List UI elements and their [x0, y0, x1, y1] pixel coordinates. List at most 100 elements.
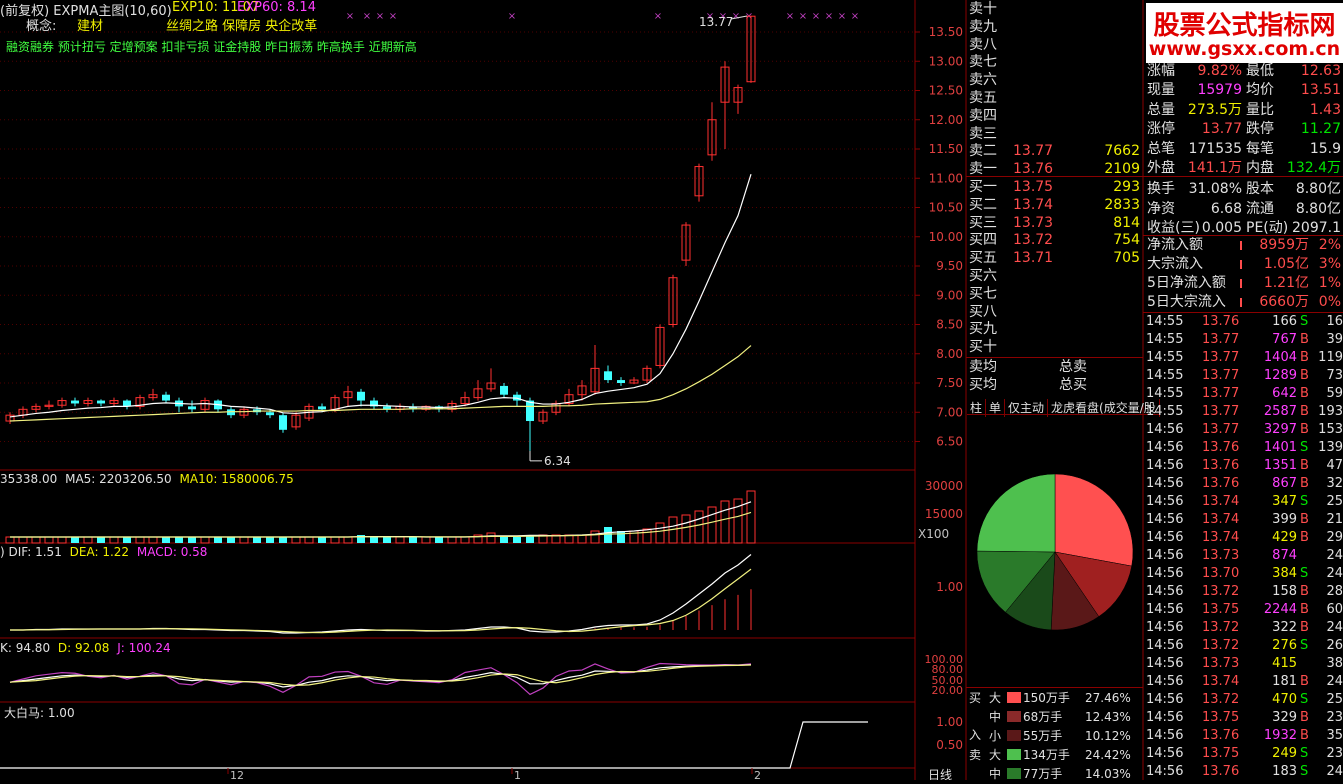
tick-row: 14:56 13.76 867 B 32 [1145, 475, 1343, 493]
price-axis-label: 9.00 [936, 288, 963, 302]
ob-label: 卖四 [969, 107, 997, 124]
ob-label: 卖二 [969, 143, 997, 160]
event-marker: × [376, 11, 384, 22]
book-divider [966, 176, 1143, 177]
ob-label: 买三 [969, 214, 997, 231]
buy-level[interactable]: 买二 13.74 2833 [969, 196, 1142, 214]
flow-label: 大宗流入 [1147, 256, 1203, 272]
tick-time: 14:55 [1146, 404, 1184, 419]
candle-body-down [123, 400, 131, 407]
volume-bar-down [97, 537, 105, 543]
tick-volume: 470 [1272, 692, 1297, 707]
tick-count: 24 [1326, 620, 1343, 635]
tick-volume: 1401 [1263, 440, 1297, 455]
tick-volume: 1351 [1263, 458, 1297, 473]
event-marker: × [825, 11, 833, 22]
tick-count: 29 [1326, 530, 1343, 545]
tick-volume: 867 [1272, 476, 1297, 491]
volume-bar-up [44, 536, 54, 544]
candle-body-down [357, 391, 365, 401]
sell-level[interactable]: 卖七 [969, 53, 1142, 71]
tick-side: B [1300, 710, 1309, 725]
buy-level[interactable]: 买七 [969, 285, 1142, 303]
tick-time: 14:56 [1146, 656, 1184, 671]
event-marker: × [508, 11, 516, 22]
quote-value: 9.82% [1197, 63, 1242, 79]
sell-level[interactable]: 卖三 [969, 125, 1142, 143]
tick-row: 14:56 13.72 276 S 26 [1145, 637, 1343, 655]
tick-time: 14:56 [1146, 566, 1184, 581]
tick-price: 13.77 [1202, 332, 1240, 347]
quote-value: 13.51 [1300, 82, 1341, 99]
ob-label: 买十 [969, 339, 997, 356]
sell-level[interactable]: 卖二 13.77 7662 [969, 142, 1142, 160]
flow-value: 1.21亿 [1263, 275, 1309, 291]
tick-count: 16 [1326, 314, 1343, 329]
sell-level[interactable]: 卖五 [969, 89, 1142, 107]
volume-bar-down [71, 537, 79, 543]
tick-count: 32 [1326, 476, 1343, 491]
quote-value: 6.68 [1210, 200, 1242, 217]
concept-value[interactable]: 建材 [77, 15, 103, 34]
tick-price: 13.76 [1202, 440, 1240, 455]
sell-level[interactable]: 卖六 [969, 71, 1142, 89]
buy-level[interactable]: 买三 13.73 814 [969, 214, 1142, 232]
tick-row: 14:55 13.76 166 S 16 [1145, 313, 1343, 331]
sell-level[interactable]: 卖四 [969, 107, 1142, 125]
tick-count: 23 [1326, 746, 1343, 761]
quote-value: 11.27 [1300, 121, 1341, 138]
vol-axis-unit: X100 [918, 527, 949, 541]
tick-time: 14:56 [1146, 674, 1184, 689]
tick-price: 13.75 [1202, 710, 1240, 725]
quote-value: 12.63 [1300, 63, 1341, 79]
pie-tab[interactable]: 仅主动 [1005, 399, 1049, 417]
price-axis-label: 10.50 [929, 201, 963, 215]
flow-label: 净流入额 [1147, 237, 1203, 253]
pie-slice [1054, 473, 1134, 567]
sell-level[interactable]: 卖九 [969, 18, 1142, 36]
tick-count: 35 [1326, 728, 1343, 743]
tick-volume: 2587 [1263, 404, 1297, 419]
buy-level[interactable]: 买五 13.71 705 [969, 249, 1142, 267]
sell-level[interactable]: 卖十 [969, 0, 1142, 18]
time-axis-label: 12 [230, 769, 244, 780]
flow-row: 中 68万手 12.43% [969, 708, 1141, 727]
quote-divider [1143, 176, 1343, 177]
volume-bar-up [109, 536, 119, 544]
quote-label: 量比 [1246, 101, 1274, 118]
concept-tags[interactable]: 丝绸之路 保障房 央企改革 [166, 15, 317, 34]
buy-level[interactable]: 买九 [969, 320, 1142, 338]
buy-level[interactable]: 买八 [969, 303, 1142, 321]
flow-amount: 55万手 [1023, 729, 1063, 743]
ob-price: 13.73 [1013, 214, 1054, 231]
quote-value: 8.80亿 [1295, 181, 1341, 198]
tick-side: B [1300, 728, 1309, 743]
vol-ma5: MA5: 2203206.50 [65, 472, 172, 486]
buy-level[interactable]: 买一 13.75 293 [969, 178, 1142, 196]
tick-row: 14:56 13.74 429 B 29 [1145, 529, 1343, 547]
tick-price: 13.74 [1202, 530, 1240, 545]
tick-time: 14:55 [1146, 350, 1184, 365]
price-axis-label: 8.00 [936, 347, 963, 361]
buy-level[interactable]: 买六 [969, 267, 1142, 285]
buy-level[interactable]: 买四 13.72 754 [969, 231, 1142, 249]
tick-volume: 166 [1272, 314, 1297, 329]
sell-level[interactable]: 卖八 [969, 36, 1142, 54]
tick-volume: 347 [1272, 494, 1297, 509]
tick-row: 14:55 13.77 2587 B 193 [1145, 403, 1343, 421]
tick-time: 14:55 [1146, 332, 1184, 347]
tick-time: 14:56 [1146, 440, 1184, 455]
quote-label: 每笔 [1246, 140, 1274, 157]
volume-bar-up [343, 536, 353, 544]
pie-tab[interactable]: 柱 [967, 399, 987, 417]
pie-tab[interactable]: 龙虎看盘(成交量/股 [1048, 399, 1160, 417]
tick-price: 13.72 [1202, 620, 1240, 635]
pie-tab[interactable]: 单 [986, 399, 1006, 417]
tick-volume: 181 [1272, 674, 1297, 689]
buy-level[interactable]: 买十 [969, 338, 1142, 356]
tick-count: 26 [1326, 638, 1343, 653]
price-axis-label: 8.50 [936, 318, 963, 332]
flow-pct: 12.43% [1085, 710, 1131, 724]
tick-time: 14:56 [1146, 476, 1184, 491]
ob-volume: 2833 [1104, 196, 1140, 213]
